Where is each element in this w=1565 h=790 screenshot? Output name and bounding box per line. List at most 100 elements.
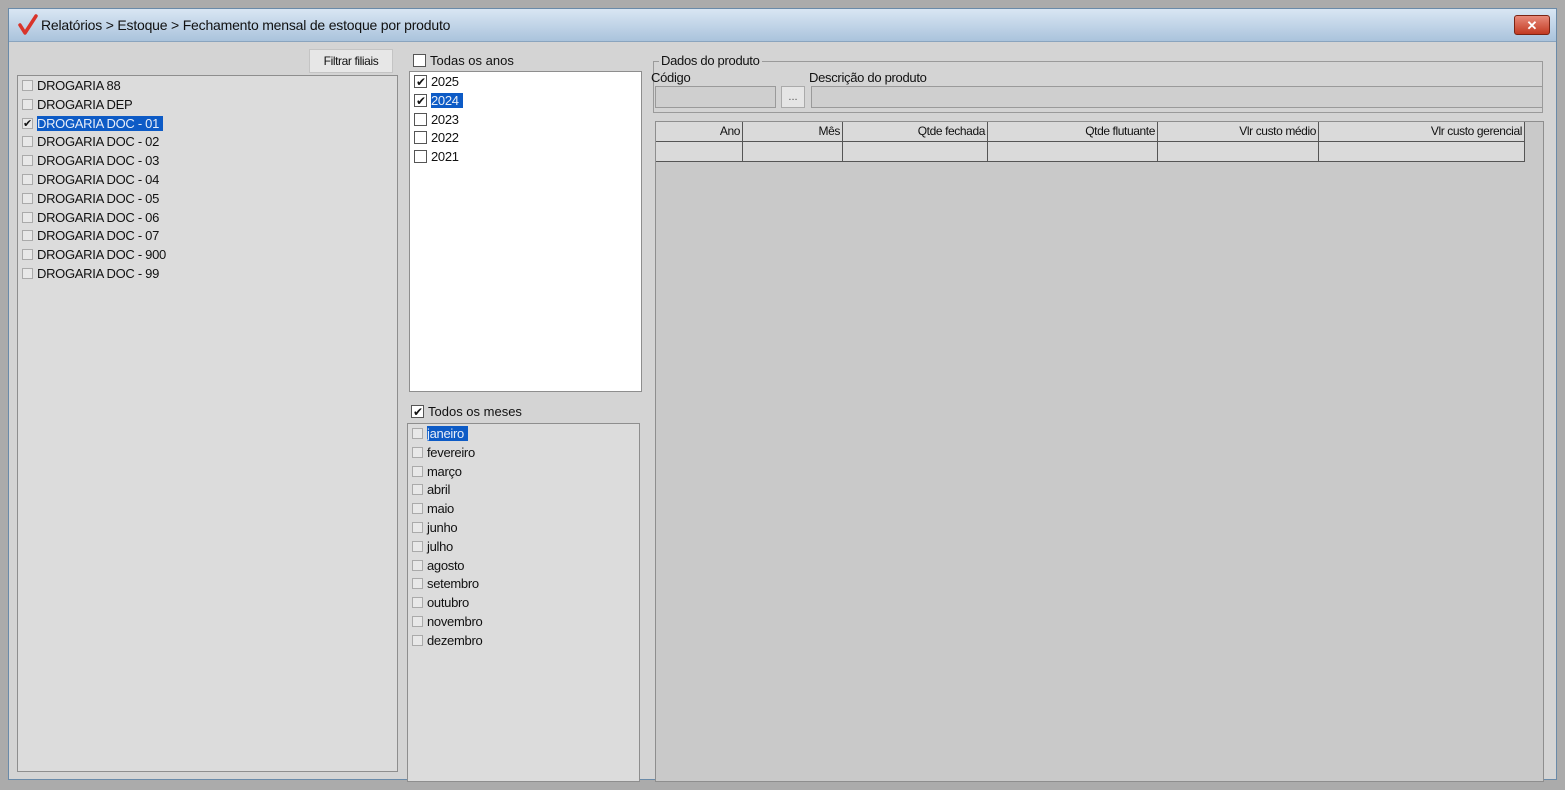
branch-label: DROGARIA DOC - 07 bbox=[37, 228, 160, 244]
month-item[interactable]: julho bbox=[408, 537, 453, 556]
grid-column-header[interactable]: Qtde fechada bbox=[843, 122, 988, 142]
branch-item[interactable]: DROGARIA DOC - 06 bbox=[18, 208, 159, 227]
year-item[interactable]: 2023 bbox=[410, 110, 459, 129]
close-button[interactable]: ✕ bbox=[1514, 15, 1550, 35]
year-item[interactable]: 2025 bbox=[410, 72, 459, 92]
report-window: Relatórios > Estoque > Fechamento mensal… bbox=[8, 8, 1557, 782]
grid-cell[interactable] bbox=[988, 142, 1158, 162]
year-checkbox[interactable] bbox=[414, 150, 427, 164]
month-item[interactable]: janeiro bbox=[408, 424, 468, 443]
all-months-checkbox[interactable] bbox=[411, 403, 424, 421]
branch-checkbox[interactable] bbox=[22, 230, 33, 242]
product-description-input[interactable] bbox=[811, 86, 1543, 108]
branch-item[interactable]: DROGARIA DOC - 03 bbox=[18, 151, 159, 170]
month-checkbox[interactable] bbox=[412, 597, 423, 609]
branches-list[interactable]: DROGARIA 88 DROGARIA DEP DROGARIA DOC - 01… bbox=[17, 75, 398, 772]
year-item[interactable]: 2022 bbox=[410, 128, 459, 147]
month-item[interactable]: fevereiro bbox=[408, 443, 475, 462]
branch-checkbox[interactable] bbox=[22, 249, 33, 261]
month-checkbox[interactable] bbox=[412, 522, 423, 534]
grid-cell[interactable] bbox=[1319, 142, 1525, 162]
month-item[interactable]: outubro bbox=[408, 593, 469, 612]
branch-item[interactable]: DROGARIA DOC - 01 bbox=[18, 114, 164, 134]
month-label: janeiro bbox=[427, 426, 468, 441]
grid-column-header[interactable]: Mês bbox=[743, 122, 843, 142]
all-years-checkbox[interactable] bbox=[413, 54, 426, 68]
year-checkbox[interactable] bbox=[414, 112, 427, 126]
client-area: Filtrar filiais DROGARIA 88DROGARIA DEPD… bbox=[13, 43, 1550, 782]
grid-column-header[interactable]: Qtde flutuante bbox=[988, 122, 1158, 142]
product-data-group-title: Dados do produto bbox=[659, 53, 762, 68]
grid-cell[interactable] bbox=[1158, 142, 1319, 162]
branch-item[interactable]: DROGARIA DOC - 99 bbox=[18, 264, 159, 283]
month-item[interactable]: agosto bbox=[408, 556, 465, 575]
year-checkbox[interactable] bbox=[414, 73, 427, 92]
branch-label: DROGARIA DOC - 02 bbox=[37, 134, 160, 150]
grid-empty-row[interactable] bbox=[656, 142, 1525, 162]
branch-item[interactable]: DROGARIA DOC - 02 bbox=[18, 132, 159, 151]
month-checkbox[interactable] bbox=[412, 484, 423, 496]
month-checkbox[interactable] bbox=[412, 634, 423, 646]
branch-label: DROGARIA DOC - 900 bbox=[37, 247, 166, 263]
branch-checkbox[interactable] bbox=[22, 80, 33, 92]
grid-cell[interactable] bbox=[743, 142, 843, 162]
month-item[interactable]: setembro bbox=[408, 574, 479, 593]
month-label: maio bbox=[427, 501, 454, 517]
product-code-input[interactable] bbox=[655, 86, 776, 108]
title-bar[interactable]: Relatórios > Estoque > Fechamento mensal… bbox=[9, 9, 1556, 42]
month-item[interactable]: novembro bbox=[408, 612, 483, 631]
month-label: outubro bbox=[427, 595, 469, 611]
month-checkbox[interactable] bbox=[412, 616, 423, 628]
all-months-toggle[interactable]: Todos os meses bbox=[407, 403, 522, 421]
year-item[interactable]: 2021 bbox=[410, 147, 459, 166]
month-item[interactable]: março bbox=[408, 462, 462, 481]
year-label: 2023 bbox=[431, 111, 459, 127]
month-checkbox[interactable] bbox=[412, 503, 423, 515]
branch-item[interactable]: DROGARIA DOC - 900 bbox=[18, 245, 166, 264]
month-checkbox[interactable] bbox=[412, 559, 423, 571]
branch-checkbox[interactable] bbox=[22, 115, 33, 134]
branch-checkbox[interactable] bbox=[22, 98, 33, 110]
branch-label: DROGARIA DOC - 03 bbox=[37, 153, 160, 169]
month-item[interactable]: maio bbox=[408, 499, 454, 518]
branch-label: DROGARIA 88 bbox=[37, 78, 121, 93]
grid-cell[interactable] bbox=[656, 142, 743, 162]
all-years-toggle[interactable]: Todas os anos bbox=[409, 52, 514, 70]
month-checkbox[interactable] bbox=[412, 446, 423, 458]
product-lookup-button[interactable]: ... bbox=[781, 86, 805, 108]
grid-column-header[interactable]: Vlr custo gerencial bbox=[1319, 122, 1525, 142]
branch-label: DROGARIA DOC - 06 bbox=[37, 209, 160, 225]
grid-cell[interactable] bbox=[843, 142, 988, 162]
branch-item[interactable]: DROGARIA DEP bbox=[18, 95, 133, 114]
years-list[interactable]: 2025 2024 2023 2022 2021 bbox=[409, 71, 642, 392]
month-checkbox[interactable] bbox=[412, 540, 423, 552]
branch-label: DROGARIA DEP bbox=[37, 96, 133, 112]
months-list[interactable]: janeiro fevereiro março abril maio junho julho… bbox=[407, 423, 640, 782]
filter-branches-button[interactable]: Filtrar filiais bbox=[309, 49, 393, 73]
month-item[interactable]: dezembro bbox=[408, 631, 483, 650]
month-item[interactable]: junho bbox=[408, 518, 458, 537]
branch-item[interactable]: DROGARIA DOC - 07 bbox=[18, 226, 159, 245]
grid-column-header[interactable]: Vlr custo médio bbox=[1158, 122, 1319, 142]
year-checkbox[interactable] bbox=[414, 131, 427, 145]
branch-checkbox[interactable] bbox=[22, 174, 33, 186]
branch-checkbox[interactable] bbox=[22, 192, 33, 204]
branch-item[interactable]: DROGARIA DOC - 05 bbox=[18, 189, 159, 208]
year-checkbox[interactable] bbox=[414, 92, 427, 111]
branch-item[interactable]: DROGARIA 88 bbox=[18, 76, 121, 95]
branch-checkbox[interactable] bbox=[22, 211, 33, 223]
month-label: março bbox=[427, 463, 462, 479]
month-checkbox[interactable] bbox=[412, 578, 423, 590]
branch-checkbox[interactable] bbox=[22, 136, 33, 148]
month-checkbox[interactable] bbox=[412, 465, 423, 477]
year-item[interactable]: 2024 bbox=[410, 91, 463, 111]
month-item[interactable]: abril bbox=[408, 480, 450, 499]
branch-checkbox[interactable] bbox=[22, 155, 33, 167]
grid-column-header[interactable]: Ano bbox=[656, 122, 743, 142]
branch-checkbox[interactable] bbox=[22, 268, 33, 280]
month-label: novembro bbox=[427, 614, 483, 629]
results-grid[interactable]: Ano Mês Qtde fechada Qtde flutuante Vlr cust… bbox=[655, 121, 1544, 782]
year-label: 2021 bbox=[431, 149, 459, 165]
branch-item[interactable]: DROGARIA DOC - 04 bbox=[18, 170, 159, 189]
month-checkbox[interactable] bbox=[412, 428, 423, 440]
